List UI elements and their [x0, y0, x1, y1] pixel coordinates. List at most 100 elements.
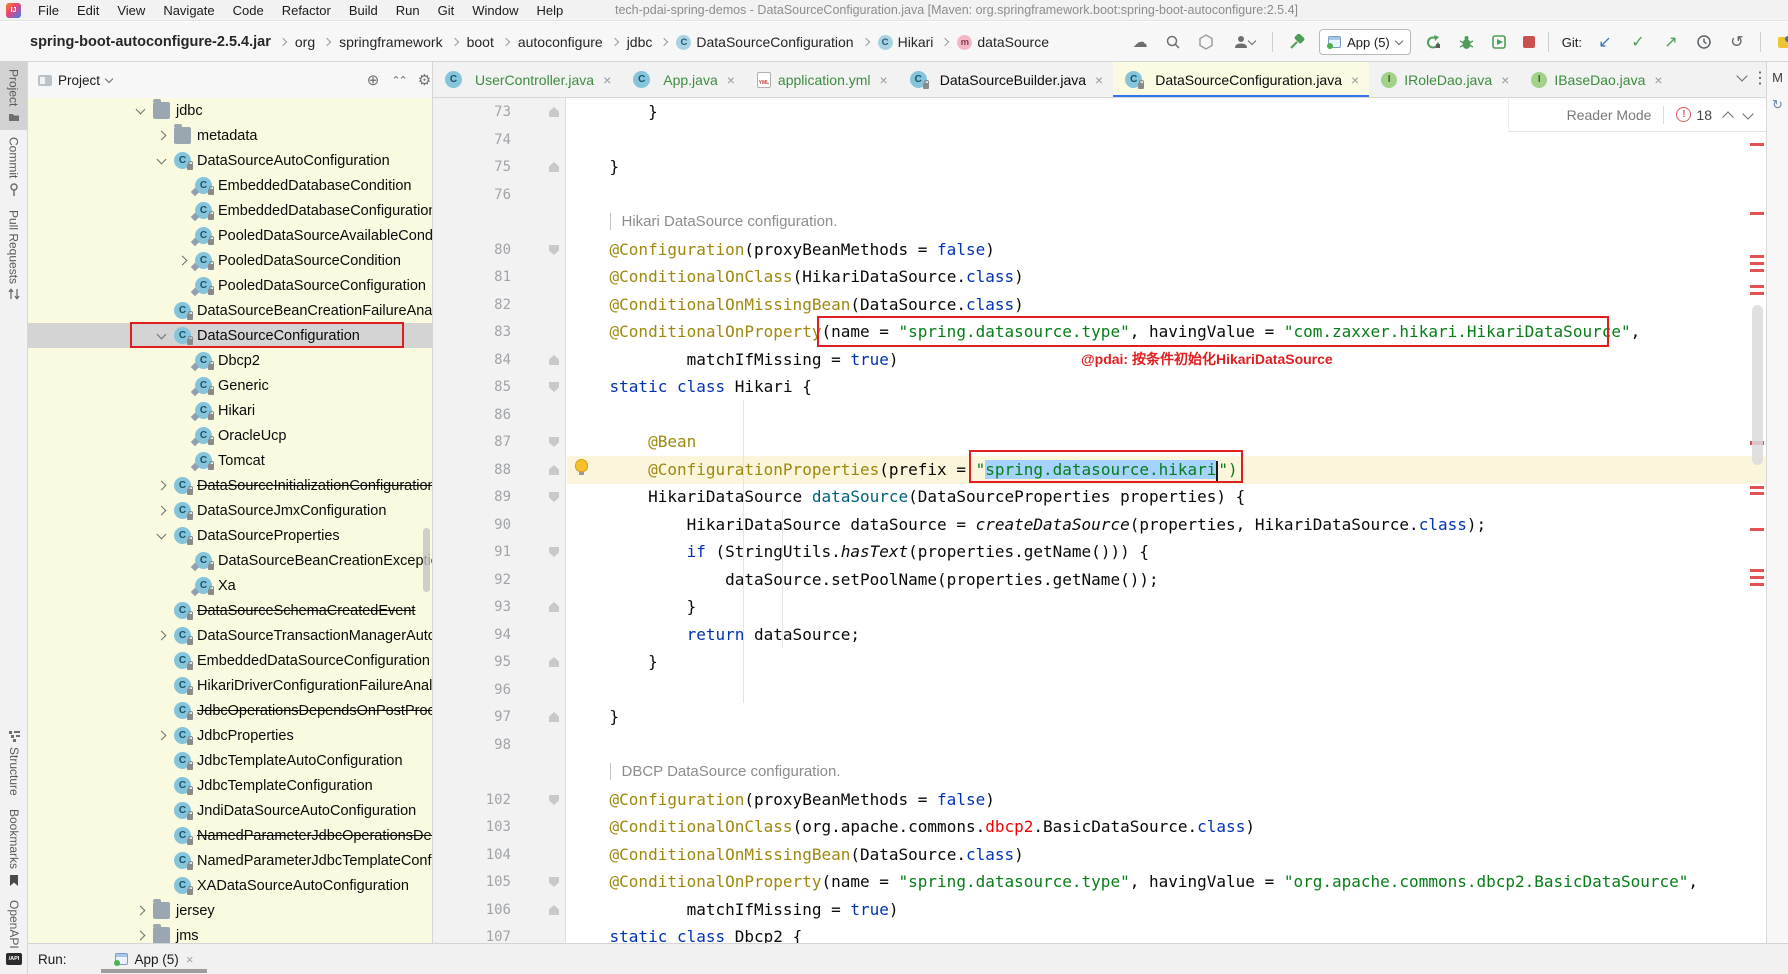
- code-editor[interactable]: 7374757680818283848586878889909192939495…: [433, 98, 1766, 943]
- tree-item[interactable]: metadata: [28, 123, 432, 148]
- git-update-icon[interactable]: ↙: [1595, 32, 1615, 52]
- breadcrumb-item[interactable]: spring-boot-autoconfigure-2.5.4.jar: [30, 34, 271, 50]
- cloud-icon[interactable]: ☁: [1130, 32, 1150, 52]
- tab-usercontroller-java[interactable]: CUserController.java×: [433, 62, 621, 97]
- tree-item[interactable]: CNamedParameterJdbcTemplateConfigurat: [28, 848, 432, 873]
- close-icon[interactable]: ×: [1501, 72, 1509, 88]
- git-commit-check-icon[interactable]: ✓: [1628, 32, 1648, 52]
- run-tab[interactable]: App (5) ×: [105, 944, 204, 974]
- breadcrumb-item[interactable]: CDataSourceConfiguration: [676, 34, 853, 50]
- project-panel-title[interactable]: Project: [38, 73, 112, 88]
- fold-marker[interactable]: [549, 712, 559, 722]
- tree-item[interactable]: CDataSourceAutoConfiguration: [28, 148, 432, 173]
- chevron-right-icon[interactable]: [148, 632, 174, 639]
- tree-item[interactable]: CPooledDataSourceConfiguration: [28, 273, 432, 298]
- fold-marker[interactable]: [549, 245, 559, 255]
- debug-icon[interactable]: [1457, 32, 1477, 52]
- tree-item[interactable]: CPooledDataSourceCondition: [28, 248, 432, 273]
- close-icon[interactable]: ×: [1654, 72, 1662, 88]
- tab-datasourceconfiguration-java[interactable]: CDataSourceConfiguration.java×: [1113, 62, 1369, 97]
- chevron-right-icon[interactable]: [148, 482, 174, 489]
- chevron-right-icon[interactable]: [127, 932, 153, 939]
- tree-item[interactable]: CDataSourceBeanCreationFailureAnalyzer: [28, 298, 432, 323]
- build-hammer-icon[interactable]: [1286, 32, 1306, 52]
- tree-item[interactable]: CHikariDriverConfigurationFailureAnalyze…: [28, 673, 432, 698]
- reader-mode-link[interactable]: Reader Mode: [1567, 107, 1652, 123]
- chevron-right-icon[interactable]: [148, 132, 174, 139]
- history-clock-icon[interactable]: [1694, 32, 1714, 52]
- close-icon[interactable]: ×: [880, 72, 888, 88]
- tool-button-maven[interactable]: M: [1767, 70, 1788, 85]
- error-stripe[interactable]: [1748, 132, 1766, 943]
- tree-item[interactable]: jdbc: [28, 98, 432, 123]
- tree-item[interactable]: CJdbcProperties: [28, 723, 432, 748]
- chevron-right-icon[interactable]: [127, 907, 153, 914]
- tree-item[interactable]: CJndiDataSourceAutoConfiguration: [28, 798, 432, 823]
- tree-item[interactable]: CDataSourceProperties: [28, 523, 432, 548]
- tool-button-pull-requests[interactable]: Pull Requests: [0, 203, 27, 308]
- gear-icon[interactable]: ⚙: [418, 71, 431, 89]
- code-with-me-icon[interactable]: [1196, 32, 1216, 52]
- tree-item[interactable]: CEmbeddedDatabaseConfiguration: [28, 198, 432, 223]
- tree-scrollbar[interactable]: [423, 528, 430, 592]
- tool-button-project[interactable]: Project: [0, 62, 27, 130]
- breadcrumb-item[interactable]: springframework: [339, 34, 442, 50]
- fold-marker[interactable]: [549, 355, 559, 365]
- code-area[interactable]: } }Hikari DataSource configuration. @Con…: [567, 98, 1766, 943]
- tool-button-structure[interactable]: Structure: [0, 723, 28, 803]
- tree-item[interactable]: CGeneric: [28, 373, 432, 398]
- breadcrumb-item[interactable]: CHikari: [878, 34, 934, 50]
- tree-item[interactable]: CJdbcTemplateConfiguration: [28, 773, 432, 798]
- editor-scrollbar[interactable]: [1752, 305, 1763, 465]
- tree-item[interactable]: CDataSourceJmxConfiguration: [28, 498, 432, 523]
- tree-item[interactable]: CDataSourceInitializationConfiguration: [28, 473, 432, 498]
- chevron-down-icon[interactable]: [148, 159, 174, 163]
- fold-marker[interactable]: [549, 657, 559, 667]
- run-icon[interactable]: [1424, 32, 1444, 52]
- tree-item[interactable]: CEmbeddedDataSourceConfiguration: [28, 648, 432, 673]
- chevron-right-icon[interactable]: [169, 257, 195, 264]
- next-error-icon[interactable]: [1742, 108, 1753, 119]
- tree-item[interactable]: CDataSourceBeanCreationException: [28, 548, 432, 573]
- tab-ibasedao-java[interactable]: IIBaseDao.java×: [1519, 62, 1672, 97]
- close-icon[interactable]: ×: [1351, 72, 1359, 88]
- tool-button-openapi[interactable]: OpenAPI /API: [0, 893, 28, 972]
- menu-edit[interactable]: Edit: [68, 0, 108, 21]
- fold-marker[interactable]: [549, 162, 559, 172]
- chevron-right-icon[interactable]: [148, 507, 174, 514]
- tree-item[interactable]: CDataSourceConfiguration: [28, 323, 432, 348]
- tab-iroledao-java[interactable]: IIRoleDao.java×: [1369, 62, 1519, 97]
- settings-sync-icon[interactable]: [1774, 32, 1788, 52]
- breadcrumb-item[interactable]: mdataSource: [957, 34, 1049, 50]
- tree-item[interactable]: CHikari: [28, 398, 432, 423]
- close-icon[interactable]: ×: [727, 72, 735, 88]
- run-with-coverage-icon[interactable]: [1490, 32, 1510, 52]
- menu-window[interactable]: Window: [463, 0, 527, 21]
- tree-item[interactable]: jms: [28, 923, 432, 943]
- close-icon[interactable]: ×: [1095, 72, 1103, 88]
- tool-button-bookmarks[interactable]: Bookmarks: [0, 802, 28, 893]
- previous-error-icon[interactable]: [1722, 111, 1733, 122]
- tree-item[interactable]: CNamedParameterJdbcOperationsDepends: [28, 823, 432, 848]
- chevron-down-icon[interactable]: [127, 109, 153, 113]
- breadcrumb-item[interactable]: boot: [467, 34, 494, 50]
- close-icon[interactable]: ×: [603, 72, 611, 88]
- fold-marker[interactable]: [549, 465, 559, 475]
- breadcrumb-item[interactable]: org: [295, 34, 315, 50]
- tree-item[interactable]: CDataSourceSchemaCreatedEvent: [28, 598, 432, 623]
- breadcrumb-item[interactable]: autoconfigure: [518, 34, 603, 50]
- tree-item[interactable]: CPooledDataSourceAvailableCondition: [28, 223, 432, 248]
- chevron-down-icon[interactable]: [148, 334, 174, 338]
- menu-view[interactable]: View: [108, 0, 154, 21]
- user-profile-icon[interactable]: [1229, 32, 1259, 52]
- menu-git[interactable]: Git: [429, 0, 464, 21]
- fold-marker[interactable]: [549, 547, 559, 557]
- tree-item[interactable]: CJdbcOperationsDependsOnPostProcessor: [28, 698, 432, 723]
- tree-item[interactable]: CEmbeddedDatabaseCondition: [28, 173, 432, 198]
- menu-file[interactable]: File: [29, 0, 68, 21]
- tree-item[interactable]: CDataSourceTransactionManagerAutoConfi: [28, 623, 432, 648]
- menu-code[interactable]: Code: [224, 0, 273, 21]
- menu-build[interactable]: Build: [340, 0, 387, 21]
- rollback-icon[interactable]: ↺: [1727, 32, 1747, 52]
- fold-marker[interactable]: [549, 107, 559, 117]
